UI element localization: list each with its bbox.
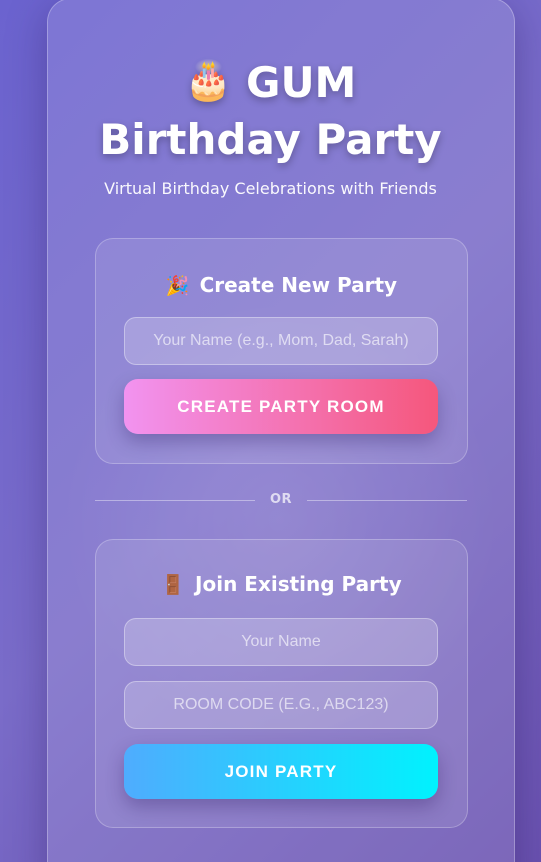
create-party-room-button[interactable]: CREATE PARTY ROOM <box>124 379 438 434</box>
join-party-button[interactable]: JOIN PARTY <box>124 744 438 799</box>
title-line-2: Birthday Party <box>99 115 442 164</box>
or-divider: OR <box>95 490 467 512</box>
door-icon: 🚪 <box>161 574 186 596</box>
join-party-heading: 🚪 Join Existing Party <box>96 570 467 599</box>
divider-line-right <box>307 500 467 501</box>
page-subtitle: Virtual Birthday Celebrations with Frien… <box>104 179 437 198</box>
join-party-title: Join Existing Party <box>195 572 402 596</box>
create-party-title: Create New Party <box>199 273 398 297</box>
create-party-panel: 🎉 Create New Party CREATE PARTY ROOM <box>95 238 468 464</box>
create-name-input[interactable] <box>124 317 438 365</box>
room-code-input[interactable] <box>124 681 438 729</box>
title-line-1: GUM <box>245 58 357 107</box>
page-title: 🎂 GUM <box>0 52 541 111</box>
create-party-heading: 🎉 Create New Party <box>96 271 467 300</box>
cake-icon: 🎂 <box>184 58 232 102</box>
join-name-input[interactable] <box>124 618 438 666</box>
join-party-panel: 🚪 Join Existing Party JOIN PARTY <box>95 539 468 828</box>
party-popper-icon: 🎉 <box>165 275 190 297</box>
